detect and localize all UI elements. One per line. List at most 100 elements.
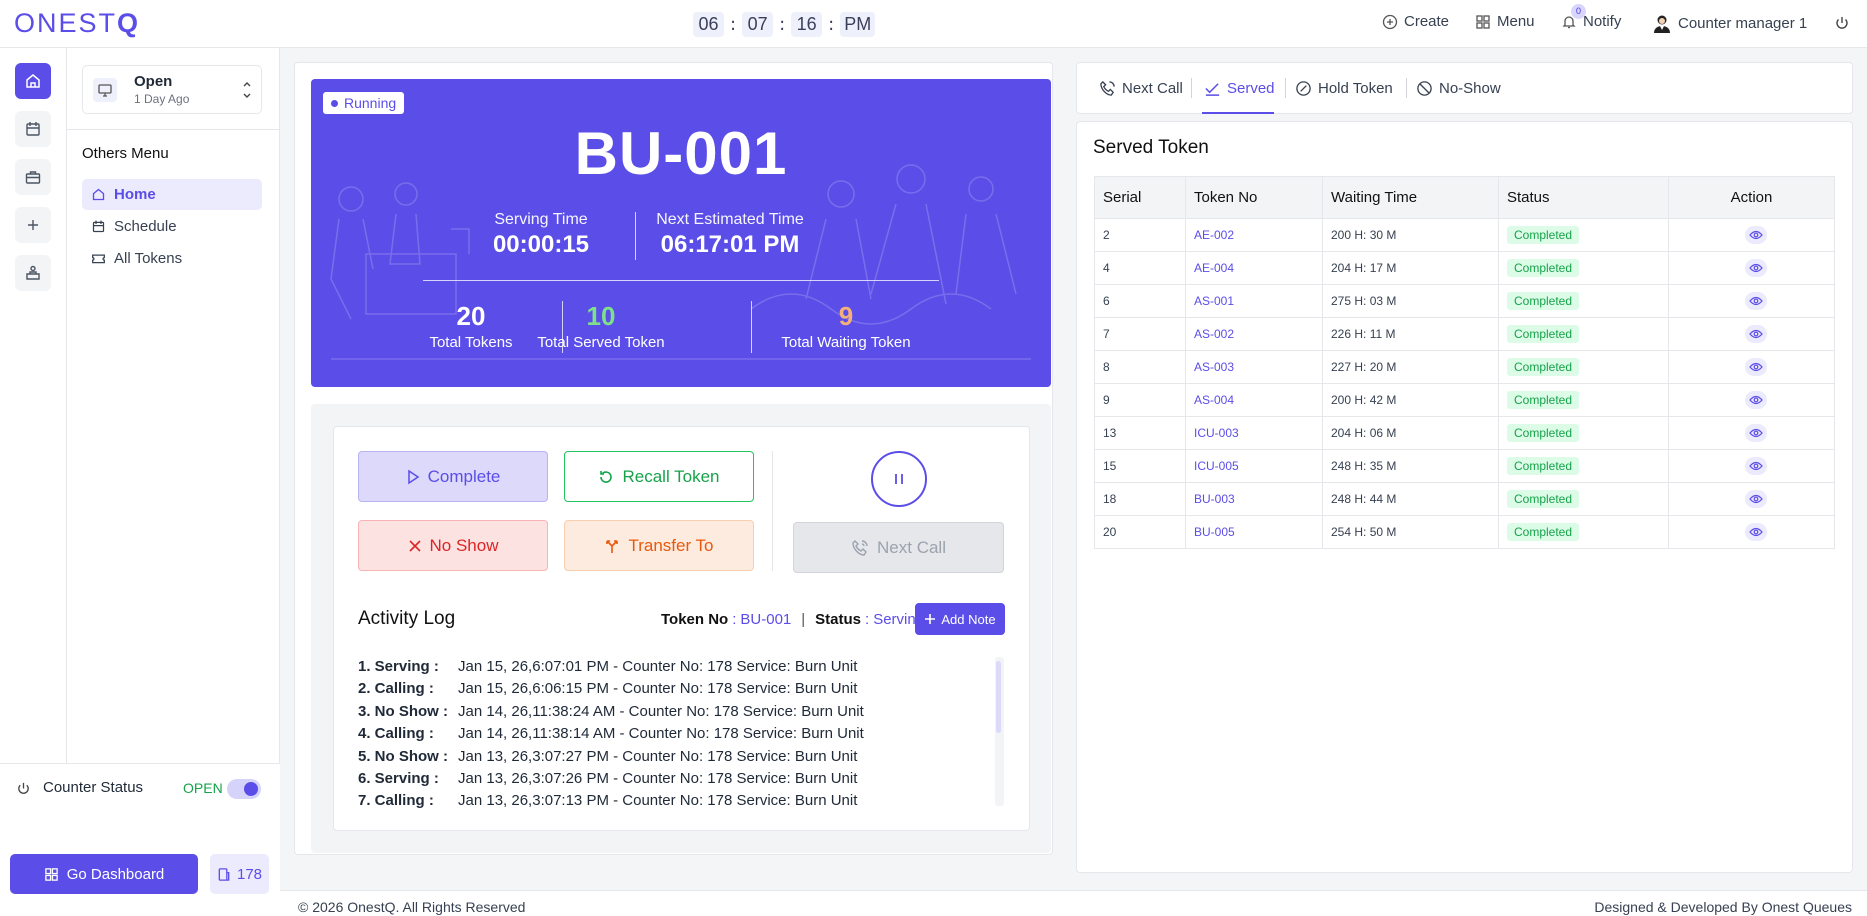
- eye-icon[interactable]: [1744, 259, 1767, 277]
- eye-icon[interactable]: [1744, 358, 1767, 376]
- activity-log-scrollbar[interactable]: [995, 657, 1004, 806]
- token-link[interactable]: AE-004: [1185, 251, 1323, 285]
- tab-label: Hold Token: [1318, 79, 1393, 97]
- credit-text: Designed & Developed By Onest Queues: [1594, 899, 1852, 915]
- add-note-button[interactable]: Add Note: [915, 603, 1005, 635]
- eye-icon[interactable]: [1744, 226, 1767, 244]
- stat-total-served: 10 Total Served Token: [536, 301, 666, 351]
- log-entry: 2. Calling : Jan 15, 26,6:06:15 PM - Coun…: [358, 680, 858, 697]
- status-badge: Completed: [1507, 457, 1580, 475]
- transfer-to-button[interactable]: Transfer To: [564, 520, 754, 571]
- serial-cell: 4: [1094, 251, 1186, 285]
- grid-icon: [1476, 14, 1490, 29]
- complete-button[interactable]: Complete: [358, 451, 548, 502]
- column-header: Serial: [1094, 176, 1186, 219]
- briefcase-icon: [25, 171, 41, 184]
- create-button[interactable]: Create: [1382, 13, 1449, 30]
- token-no-label: Token No: [661, 611, 729, 628]
- status-badge: Completed: [1507, 259, 1580, 277]
- counter-status-toggle[interactable]: [227, 779, 261, 799]
- clock-period: PM: [840, 12, 876, 37]
- eye-icon[interactable]: [1744, 490, 1767, 508]
- app-logo[interactable]: ONESTQ: [14, 8, 140, 39]
- eye-icon[interactable]: [1744, 391, 1767, 409]
- current-token-number: BU-001: [574, 120, 788, 187]
- served-token-title: Served Token: [1093, 137, 1209, 158]
- power-icon[interactable]: [1834, 15, 1850, 31]
- go-dashboard-button[interactable]: Go Dashboard: [10, 854, 198, 894]
- column-header: Token No: [1185, 176, 1323, 219]
- eye-icon[interactable]: [1744, 523, 1767, 541]
- token-link[interactable]: AE-002: [1185, 218, 1323, 252]
- counter-number-button[interactable]: 178: [210, 854, 269, 894]
- noshow-label: No Show: [429, 535, 499, 555]
- copyright-text: © 2026 OnestQ. All Rights Reserved: [298, 899, 526, 915]
- action-cell: [1668, 449, 1835, 483]
- rail-home-button[interactable]: [15, 63, 51, 99]
- tab-next-call[interactable]: Next Call: [1099, 77, 1183, 99]
- table-row: 7 AS-002 226 H: 11 M Completed: [1094, 317, 1835, 351]
- eye-icon[interactable]: [1744, 292, 1767, 310]
- eye-icon[interactable]: [1744, 325, 1767, 343]
- token-link[interactable]: AS-002: [1185, 317, 1323, 351]
- tab-no-show[interactable]: No-Show: [1416, 77, 1501, 99]
- serving-time-label: Serving Time: [494, 211, 588, 228]
- token-link[interactable]: AS-001: [1185, 284, 1323, 318]
- complete-label: Complete: [427, 466, 501, 486]
- status-badge: Running: [323, 92, 405, 114]
- pause-button[interactable]: [871, 451, 927, 507]
- token-link[interactable]: AS-003: [1185, 350, 1323, 384]
- counter-status-select[interactable]: Open 1 Day Ago: [82, 65, 262, 114]
- calendar-icon: [92, 220, 105, 233]
- table-row: 8 AS-003 227 H: 20 M Completed: [1094, 350, 1835, 384]
- notify-count-badge: 0: [1571, 4, 1586, 19]
- log-entry: 6. Serving : Jan 13, 26,3:07:26 PM - Coun…: [358, 770, 858, 787]
- rail-counter-button[interactable]: [15, 255, 51, 291]
- token-link[interactable]: ICU-003: [1185, 416, 1323, 450]
- rail-add-button[interactable]: [15, 207, 51, 243]
- counter-status-label: Counter Status: [43, 779, 144, 796]
- counter-status-bar: Counter Status OPEN: [0, 763, 280, 813]
- waiting-time-cell: 204 H: 17 M: [1322, 251, 1499, 285]
- activity-log-title: Activity Log: [358, 608, 456, 629]
- rail-tickets-button[interactable]: [15, 159, 51, 195]
- pause-icon: [895, 474, 903, 484]
- sidebar-item-schedule[interactable]: Schedule: [82, 211, 262, 242]
- menu-button[interactable]: Menu: [1475, 13, 1535, 30]
- log-entry: 4. Calling : Jan 14, 26,11:38:14 AM - Cou…: [358, 725, 864, 742]
- others-menu-title: Others Menu: [82, 145, 169, 162]
- eye-icon[interactable]: [1744, 424, 1767, 442]
- serving-time: Serving Time 00:00:15: [486, 211, 596, 259]
- next-call-button[interactable]: Next Call: [793, 522, 1004, 573]
- sidebar-item-all-tokens[interactable]: All Tokens: [82, 243, 262, 274]
- notify-button[interactable]: Notify: [1561, 13, 1621, 30]
- no-show-button[interactable]: No Show: [358, 520, 548, 571]
- user-name: Counter manager 1: [1678, 14, 1808, 32]
- clock-hours: 06: [693, 12, 724, 37]
- eye-icon[interactable]: [1744, 457, 1767, 475]
- open-status-subtitle: 1 Day Ago: [134, 92, 190, 106]
- action-cell: [1668, 383, 1835, 417]
- token-link[interactable]: BU-003: [1185, 482, 1323, 516]
- sidebar-item-home[interactable]: Home: [82, 179, 262, 210]
- tab-hold-token[interactable]: Hold Token: [1295, 77, 1393, 99]
- status-cell: Completed: [1498, 416, 1669, 450]
- add-note-label: Add Note: [941, 611, 996, 627]
- serving-time-value: 00:00:15: [492, 231, 590, 258]
- counter-icon: [218, 867, 230, 881]
- status-cell: Completed: [1498, 482, 1669, 516]
- waiting-time-cell: 204 H: 06 M: [1322, 416, 1499, 450]
- waiting-time-cell: 248 H: 35 M: [1322, 449, 1499, 483]
- sidebar-item-label: Home: [114, 186, 156, 203]
- status-badge: Completed: [1507, 226, 1580, 244]
- token-link[interactable]: BU-005: [1185, 515, 1323, 549]
- user-menu[interactable]: Counter manager 1: [1652, 13, 1807, 33]
- token-link[interactable]: ICU-005: [1185, 449, 1323, 483]
- status-cell: Completed: [1498, 218, 1669, 252]
- rail-calendar-button[interactable]: [15, 111, 51, 147]
- counter-number: 178: [236, 865, 263, 883]
- recall-token-button[interactable]: Recall Token: [564, 451, 754, 502]
- token-link[interactable]: AS-004: [1185, 383, 1323, 417]
- tab-served[interactable]: Served: [1204, 77, 1275, 99]
- column-header: Action: [1668, 176, 1835, 219]
